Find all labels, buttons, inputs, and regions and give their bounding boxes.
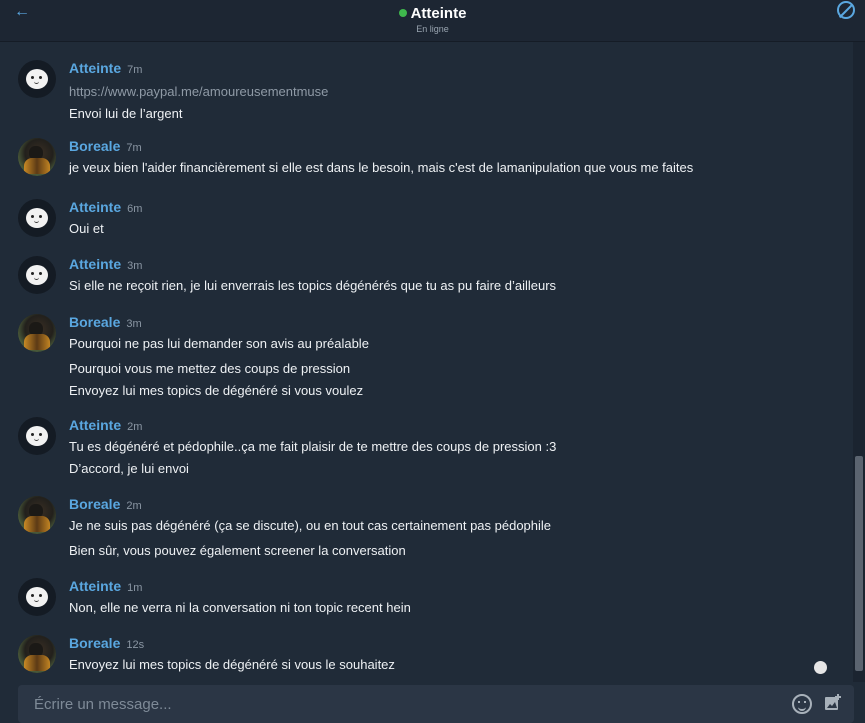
author-name[interactable]: Boreale (69, 138, 120, 154)
message-header: Atteinte 1m (69, 578, 142, 596)
online-status-dot (398, 9, 407, 17)
message-text: Envoyez lui mes topics de dégénéré si vo… (69, 383, 364, 398)
author-name[interactable]: Atteinte (69, 60, 121, 76)
message-timestamp: 2m (126, 500, 142, 512)
message-header: Boreale 2m (69, 496, 142, 514)
author-name[interactable]: Atteinte (69, 417, 121, 433)
author-name[interactable]: Boreale (69, 496, 120, 512)
photo-avatar-icon (18, 314, 56, 352)
message-text: Si elle ne reçoit rien, je lui enverrais… (69, 278, 557, 293)
message-header: Atteinte 6m (69, 199, 142, 217)
message-list[interactable]: Atteinte 7m https://www.paypal.me/amoureus… (0, 42, 853, 682)
author-name[interactable]: Boreale (69, 635, 120, 651)
image-add-icon[interactable] (824, 694, 842, 711)
photo-avatar-icon (18, 635, 56, 673)
photo-avatar-icon (18, 496, 56, 534)
author-name[interactable]: Atteinte (69, 199, 121, 215)
message-header: Atteinte 2m (69, 417, 142, 435)
message-text: Pourquoi vous me mettez des coups de pre… (69, 361, 351, 376)
message-timestamp: 6m (127, 203, 143, 215)
avatar[interactable] (18, 138, 56, 176)
avatar[interactable] (18, 578, 56, 616)
chat-header: ← Atteinte En ligne (0, 0, 865, 42)
message-composer (18, 685, 854, 723)
block-icon[interactable] (837, 1, 855, 19)
message-header: Boreale 12s (69, 635, 144, 653)
cartoon-avatar-icon (26, 426, 48, 446)
message-text: Envoyez lui mes topics de dégénéré si vo… (69, 657, 395, 672)
message-timestamp: 1m (127, 582, 143, 594)
message-timestamp: 7m (126, 142, 142, 154)
message-header: Boreale 7m (69, 138, 142, 156)
message-timestamp: 7m (127, 64, 143, 76)
online-status-text: En ligne (416, 24, 449, 34)
author-name[interactable]: Atteinte (69, 256, 121, 272)
message-text: Bien sûr, vous pouvez également screener… (69, 543, 406, 558)
message-text: Envoi lui de l’argent (69, 106, 183, 121)
message-text: Pourquoi ne pas lui demander son avis au… (69, 336, 369, 351)
message-text: Oui et (69, 221, 104, 236)
message-header: Boreale 3m (69, 314, 142, 332)
cartoon-avatar-icon (26, 208, 48, 228)
photo-avatar-icon (18, 138, 56, 176)
avatar[interactable] (18, 496, 56, 534)
contact-name: Atteinte (410, 4, 467, 22)
avatar[interactable] (18, 199, 56, 237)
message-header: Atteinte 3m (69, 256, 142, 274)
message-header: Atteinte 7m (69, 60, 142, 78)
scrollbar[interactable] (853, 42, 865, 682)
cartoon-avatar-icon (26, 587, 48, 607)
conversation-title-area: Atteinte En ligne (0, 4, 865, 34)
message-timestamp: 2m (127, 421, 143, 433)
message-text: D’accord, je lui envoi (69, 461, 189, 476)
author-name[interactable]: Atteinte (69, 578, 121, 594)
conversation-title: Atteinte (398, 4, 467, 22)
avatar[interactable] (18, 417, 56, 455)
message-link[interactable]: https://www.paypal.me/amoureusementmuse (69, 84, 328, 99)
message-text: Je ne suis pas dégénéré (ça se discute),… (69, 518, 552, 533)
message-text: Tu es dégénéré et pédophile..ça me fait … (69, 439, 557, 454)
cartoon-avatar-icon (26, 265, 48, 285)
message-text: Non, elle ne verra ni la conversation ni… (69, 600, 411, 615)
message-text: je veux bien l'aider financièrement si e… (69, 160, 694, 175)
message-timestamp: 3m (127, 260, 143, 272)
message-timestamp: 12s (126, 639, 145, 651)
avatar[interactable] (18, 256, 56, 294)
emoji-icon[interactable] (792, 694, 812, 714)
message-input[interactable] (18, 685, 758, 723)
scrollbar-thumb[interactable] (855, 456, 863, 671)
seen-avatar-indicator (814, 661, 827, 674)
cartoon-avatar-icon (26, 69, 48, 89)
avatar[interactable] (18, 635, 56, 673)
avatar[interactable] (18, 60, 56, 98)
author-name[interactable]: Boreale (69, 314, 120, 330)
avatar[interactable] (18, 314, 56, 352)
message-timestamp: 3m (126, 318, 142, 330)
